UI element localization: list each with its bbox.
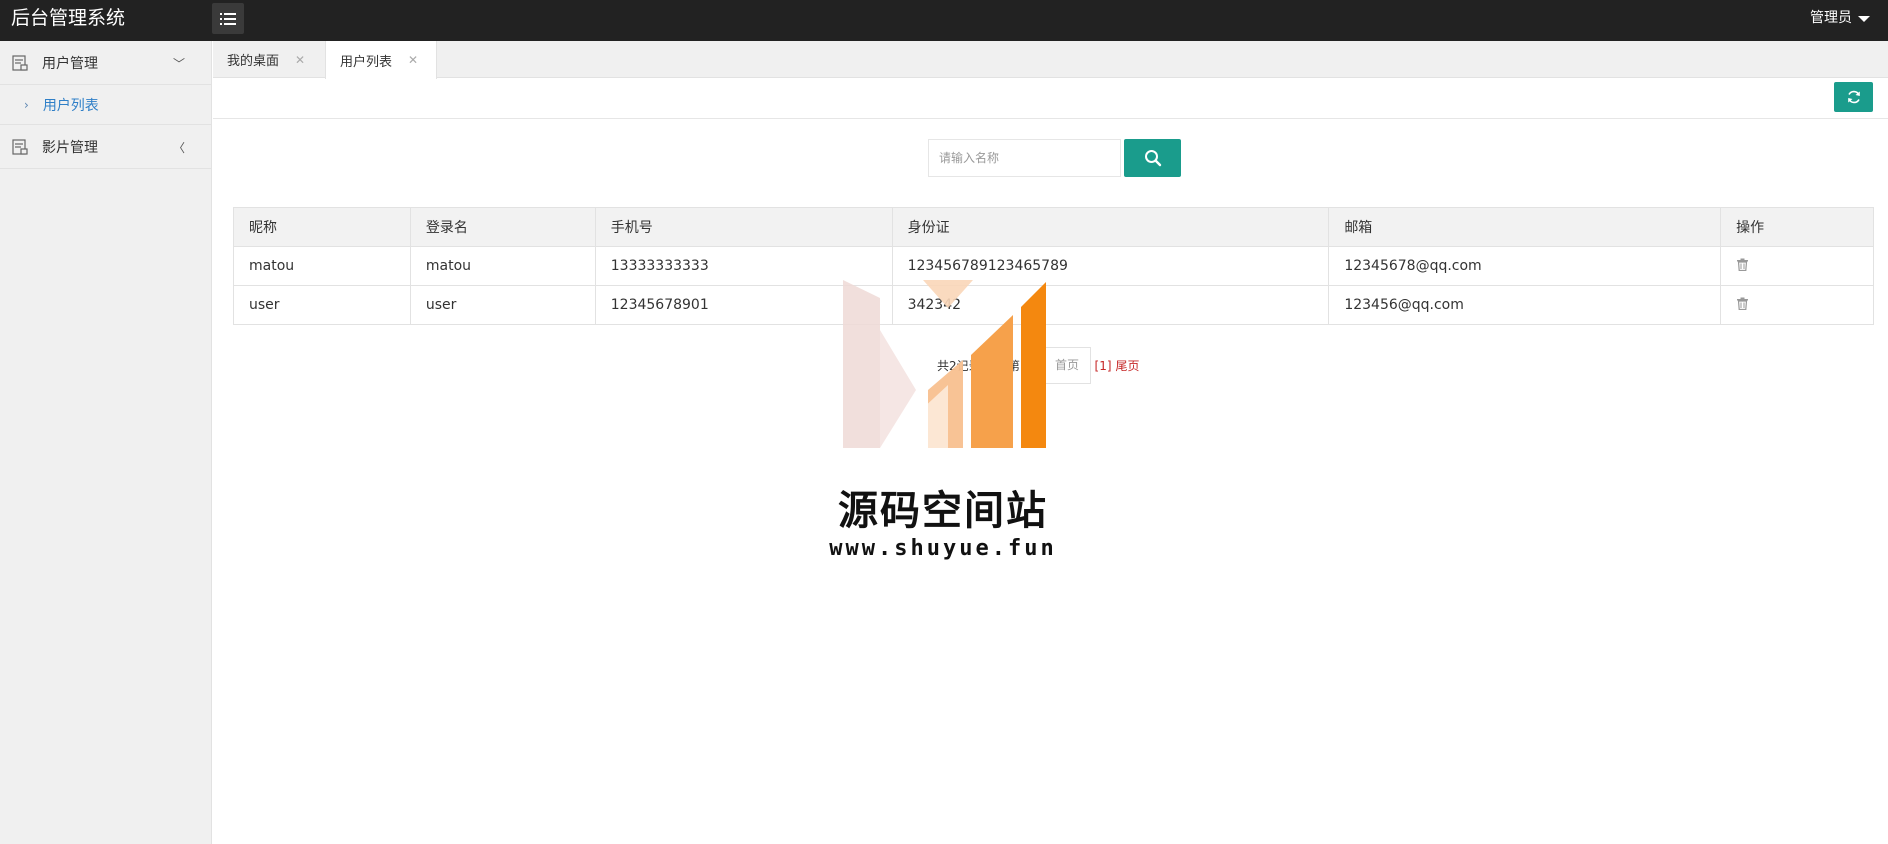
toolbar <box>213 78 1888 119</box>
user-menu[interactable]: 管理员 <box>1810 9 1870 27</box>
sidebar-group-label: 影片管理 <box>42 139 98 156</box>
menu-toggle-button[interactable] <box>212 3 244 34</box>
close-icon[interactable]: ✕ <box>295 53 305 67</box>
first-page-button[interactable]: 首页 <box>1043 347 1091 384</box>
cell-phone: 13333333333 <box>594 246 893 286</box>
search-button[interactable] <box>1124 139 1181 177</box>
cell-actions <box>1720 246 1874 286</box>
cell-nickname: matou <box>233 246 411 286</box>
main-content: 我的桌面 ✕ 用户列表 ✕ 请输入名称 昵称 登录名 手机号 身份证 邮箱 操作… <box>213 41 1888 844</box>
cell-idcard: 342342 <box>891 285 1330 325</box>
pagination-summary: 共2记录 1页 第1页 <box>937 359 1040 373</box>
sidebar-group-label: 用户管理 <box>42 55 98 72</box>
cell-idcard: 123456789123465789 <box>891 246 1330 286</box>
trash-icon[interactable] <box>1736 297 1749 310</box>
chevron-left-icon: 〈 <box>172 141 185 155</box>
search-icon <box>1144 150 1161 167</box>
chevron-right-icon: › <box>24 97 29 112</box>
sidebar-item-label: 用户列表 <box>42 97 99 114</box>
refresh-icon <box>1847 90 1860 104</box>
column-header-idcard: 身份证 <box>891 207 1330 247</box>
table-header-row: 昵称 登录名 手机号 身份证 邮箱 操作 <box>233 207 1874 247</box>
sidebar-group-user-management[interactable]: 用户管理 ﹀ <box>0 41 211 85</box>
sidebar-item-user-list[interactable]: › 用户列表 <box>0 85 211 125</box>
cell-email: 12345678@qq.com <box>1328 246 1722 286</box>
cell-nickname: user <box>233 285 411 325</box>
watermark-title: 源码空间站 <box>838 488 1048 534</box>
column-header-actions: 操作 <box>1720 207 1874 247</box>
tab-user-list[interactable]: 用户列表 ✕ <box>325 41 437 79</box>
table-row: user user 12345678901 342342 123456@qq.c… <box>233 285 1874 325</box>
column-header-login: 登录名 <box>409 207 596 247</box>
module-icon <box>12 54 28 71</box>
sidebar: 用户管理 ﹀ › 用户列表 影片管理 〈 <box>0 41 212 844</box>
cell-email: 123456@qq.com <box>1328 285 1722 325</box>
module-icon <box>12 138 28 155</box>
cell-login: user <box>409 285 596 325</box>
sidebar-group-film-management[interactable]: 影片管理 〈 <box>0 125 211 169</box>
last-page-link[interactable]: 尾页 <box>1116 357 1140 374</box>
watermark-url: www.shuyue.fun <box>829 536 1057 561</box>
top-bar: 后台管理系统 管理员 <box>0 0 1888 41</box>
tab-label: 用户列表 <box>340 54 393 70</box>
app-title: 后台管理系统 <box>11 7 126 29</box>
current-page-link[interactable]: [1] <box>1095 359 1112 373</box>
user-table: 昵称 登录名 手机号 身份证 邮箱 操作 matou matou 1333333… <box>233 207 1874 325</box>
search-input[interactable] <box>928 139 1121 177</box>
column-header-nickname: 昵称 <box>233 207 411 247</box>
refresh-button[interactable] <box>1834 82 1873 112</box>
caret-down-icon <box>1858 16 1870 22</box>
tab-bar: 我的桌面 ✕ 用户列表 ✕ <box>213 41 1888 79</box>
trash-icon[interactable] <box>1736 258 1749 271</box>
column-header-email: 邮箱 <box>1328 207 1722 247</box>
cell-phone: 12345678901 <box>594 285 893 325</box>
cell-actions <box>1720 285 1874 325</box>
user-name: 管理员 <box>1810 10 1852 26</box>
tab-label: 我的桌面 <box>227 54 280 69</box>
cell-login: matou <box>409 246 596 286</box>
tab-my-desktop[interactable]: 我的桌面 ✕ <box>213 41 325 78</box>
pagination: 共2记录 1页 第1页 首页 [1] 尾页 <box>937 347 1140 384</box>
close-icon[interactable]: ✕ <box>408 53 418 67</box>
table-row: matou matou 13333333333 1234567891234657… <box>233 246 1874 286</box>
column-header-phone: 手机号 <box>594 207 893 247</box>
search-bar <box>928 139 1181 177</box>
menu-icon <box>220 12 236 25</box>
chevron-down-icon: ﹀ <box>172 57 185 71</box>
